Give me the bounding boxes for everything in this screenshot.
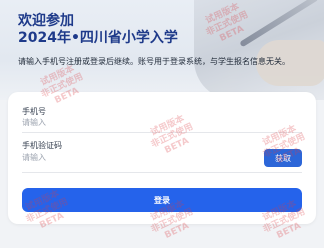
hero-illustration [194,0,324,100]
code-input[interactable]: 请输入 [22,151,222,165]
title-line-1: 欢迎参加 [18,13,74,29]
divider [22,172,302,173]
get-code-button[interactable]: 获取 [264,149,302,167]
page-title: 欢迎参加 2024年•四川省小学入学 [18,13,178,47]
title-line-2: 2024年•四川省小学入学 [18,30,178,46]
code-label: 手机验证码 [22,141,62,150]
divider [22,132,302,133]
login-button[interactable]: 登录 [22,188,302,212]
hero-note: 请输入手机号注册或登录后继续。账号用于登录系统，与学生报名信息无关。 [18,57,290,66]
phone-input[interactable]: 请输入 [22,116,262,130]
hero-banner: 欢迎参加 2024年•四川省小学入学 请输入手机号注册或登录后继续。账号用于登录… [0,0,324,100]
login-card: 手机号 请输入 手机验证码 请输入 获取 登录 [8,92,316,224]
